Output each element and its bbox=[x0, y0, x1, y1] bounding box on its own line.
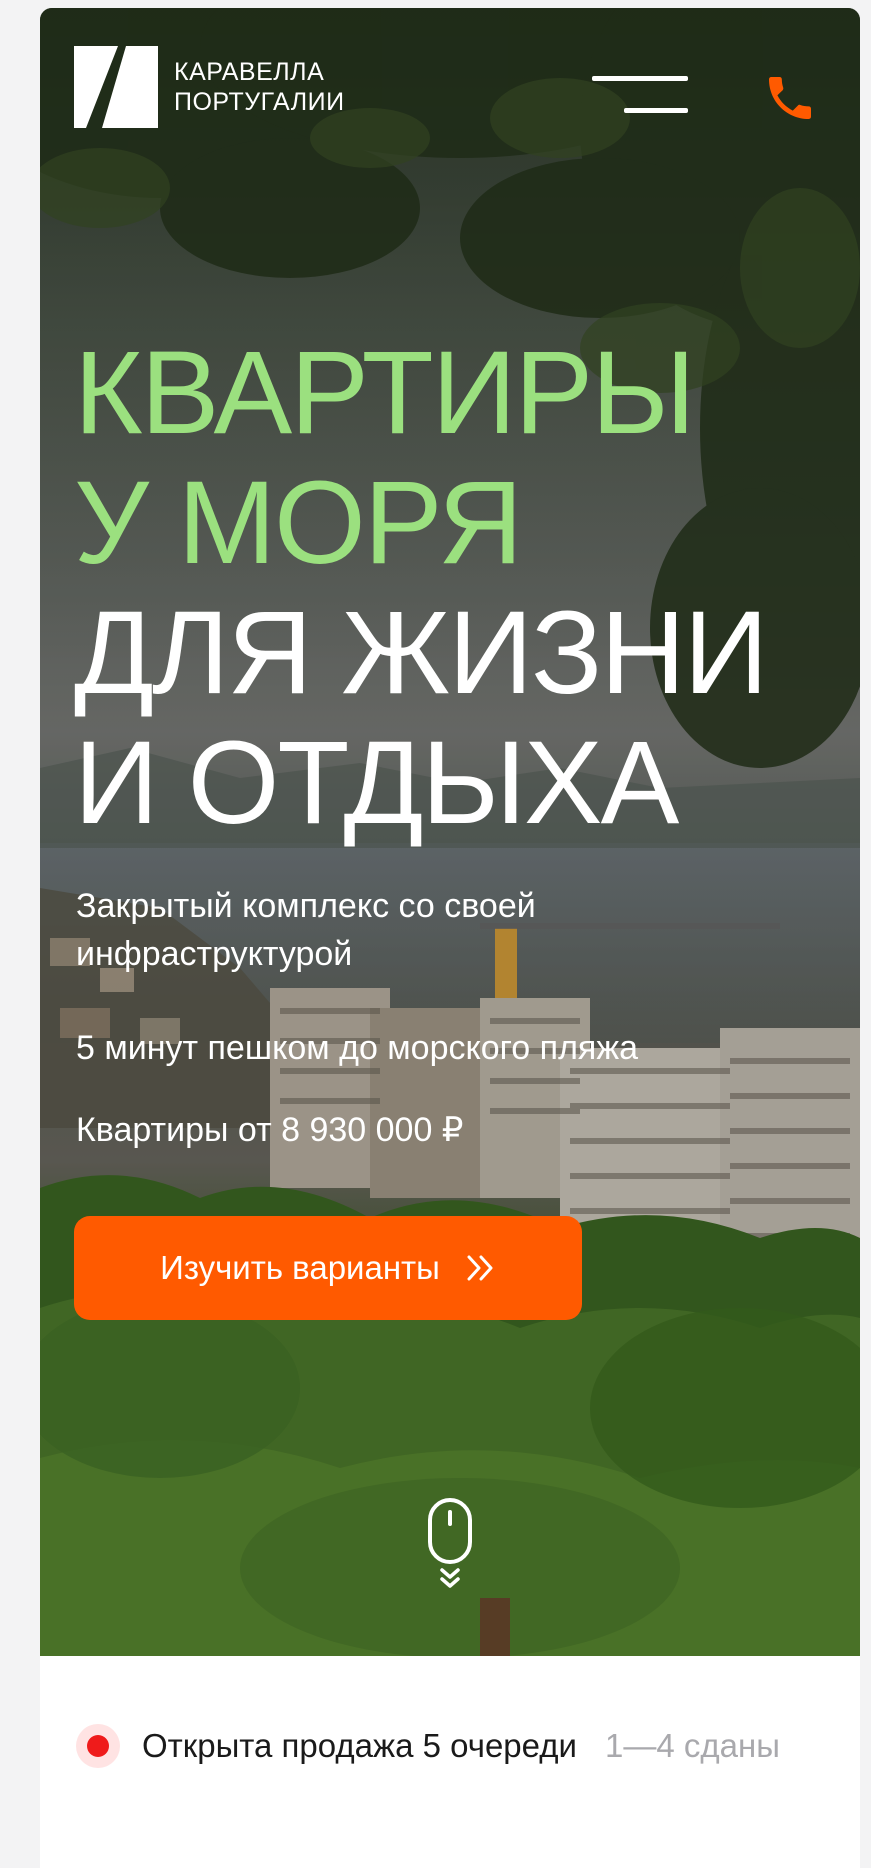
hamburger-menu-icon[interactable] bbox=[592, 72, 692, 122]
status-main-text: Открыта продажа 5 очереди bbox=[142, 1727, 577, 1764]
feature-beach-distance: 5 минут пешком до морского пляжа bbox=[76, 1029, 638, 1067]
brand-logo[interactable]: КАРАВЕЛЛА ПОРТУГАЛИИ bbox=[74, 46, 345, 128]
brand-line-1: КАРАВЕЛЛА bbox=[174, 58, 325, 86]
explore-options-button[interactable]: Изучить варианты bbox=[74, 1216, 582, 1320]
status-sub-text: 1—4 сданы bbox=[604, 1727, 780, 1764]
hero-headline: КВАРТИРЫ У МОРЯ ДЛЯ ЖИЗНИ И ОТДЫХА bbox=[74, 327, 768, 849]
feature-infrastructure: Закрытый комплекс со своей инфраструктур… bbox=[76, 887, 536, 973]
page-card: КАРАВЕЛЛА ПОРТУГАЛИИ КВАРТИРЫ У МОРЯ ДЛЯ… bbox=[40, 8, 860, 1868]
mouse-scroll-icon[interactable] bbox=[424, 1498, 476, 1598]
sales-status: Открыта продажа 5 очереди 1—4 сданы bbox=[76, 1724, 780, 1768]
feature-price: Квартиры от 8 930 000 ₽ bbox=[76, 1111, 464, 1149]
headline-line-4: И ОТДЫХА bbox=[74, 717, 679, 849]
cta-label: Изучить варианты bbox=[160, 1249, 440, 1286]
phone-icon[interactable] bbox=[762, 70, 818, 126]
hero-section: КАРАВЕЛЛА ПОРТУГАЛИИ КВАРТИРЫ У МОРЯ ДЛЯ… bbox=[40, 8, 860, 1656]
headline-line-2: У МОРЯ bbox=[74, 457, 523, 589]
brand-name: КАРАВЕЛЛА ПОРТУГАЛИИ bbox=[174, 57, 345, 117]
brand-line-2: ПОРТУГАЛИИ bbox=[174, 88, 345, 116]
status-indicator-icon bbox=[76, 1724, 120, 1768]
headline-line-1: КВАРТИРЫ bbox=[74, 327, 696, 459]
logo-mark-icon bbox=[74, 46, 158, 128]
headline-line-3: ДЛЯ ЖИЗНИ bbox=[74, 587, 768, 719]
double-chevron-right-icon bbox=[467, 1255, 493, 1281]
